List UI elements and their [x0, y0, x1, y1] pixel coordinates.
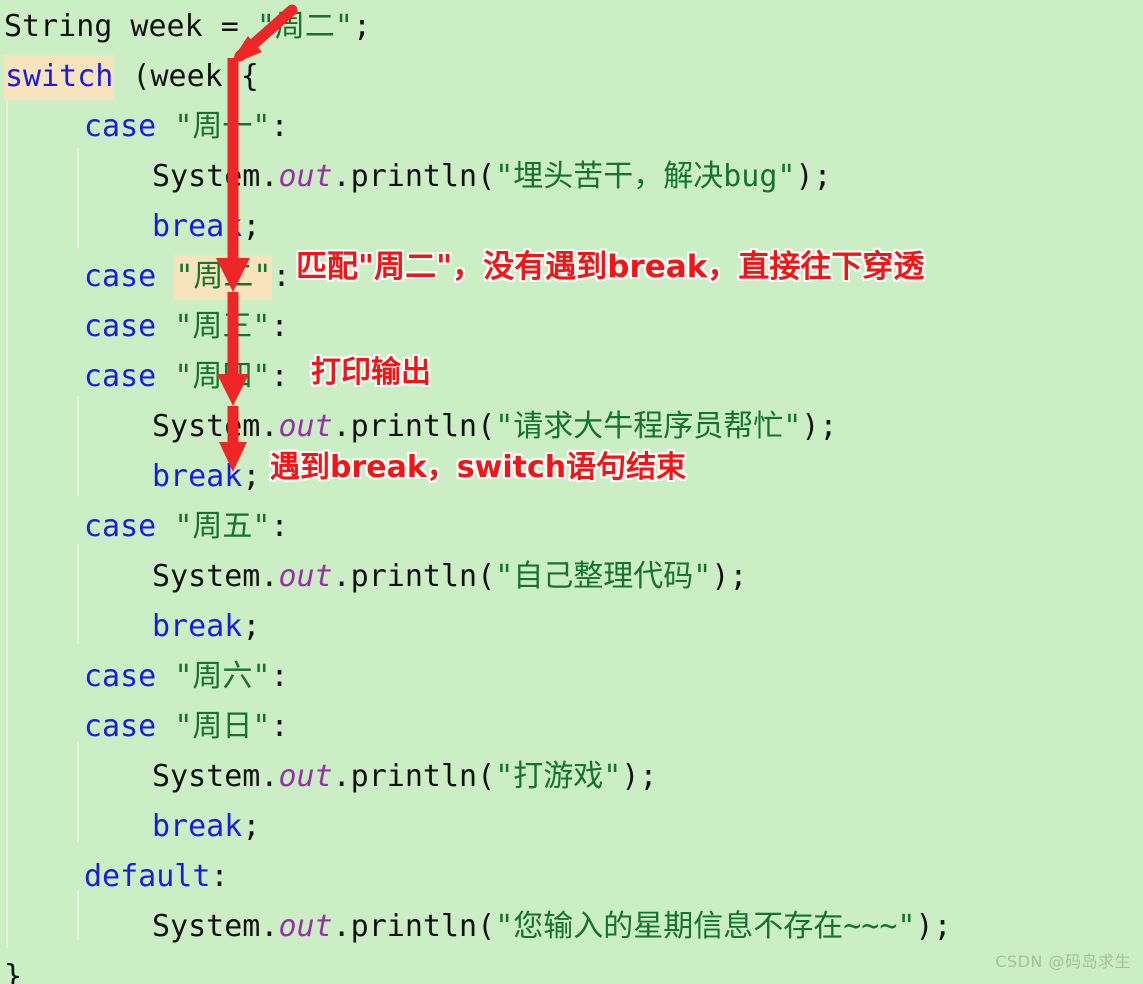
code-token: : — [270, 709, 289, 744]
code-token: break — [152, 609, 243, 644]
code-token: ; — [242, 609, 261, 644]
code-line: break; — [0, 802, 1143, 852]
code-line: default: — [0, 852, 1143, 902]
code-token: : — [270, 509, 289, 544]
code-token: System. — [152, 759, 279, 794]
code-token: default — [84, 859, 211, 894]
code-screenshot: String week = "周二"; switch (week){case "周… — [0, 0, 1143, 984]
code-token: out — [278, 909, 333, 944]
code-token: ); — [795, 159, 832, 194]
code-token: System. — [152, 409, 279, 444]
code-token: .println( — [332, 159, 496, 194]
code-line: } — [0, 952, 1143, 984]
code-token: out — [278, 159, 333, 194]
code-token: ); — [711, 559, 748, 594]
code-token: System. — [152, 159, 279, 194]
code-token-highlighted: "周二" — [174, 255, 273, 300]
code-token: : — [270, 109, 289, 144]
code-line: case "周五": — [0, 502, 1143, 552]
code-token: case — [84, 709, 175, 744]
code-token: out — [278, 759, 333, 794]
code-token: "周日" — [174, 709, 271, 744]
annotation-break-ends-switch: 遇到break，switch语句结束 — [270, 450, 687, 485]
code-token: .println( — [332, 409, 496, 444]
code-token: ); — [915, 909, 952, 944]
code-line: break; — [0, 202, 1143, 252]
code-token: case — [84, 109, 175, 144]
code-token: String week = — [4, 9, 257, 44]
code-token: "埋头苦干，解决bug" — [495, 159, 796, 194]
code-token: .println( — [332, 759, 496, 794]
code-token: .println( — [332, 909, 496, 944]
code-token: case — [84, 659, 175, 694]
code-line: System.out.println("您输入的星期信息不存在~~~"); — [0, 902, 1143, 952]
code-token: : — [270, 359, 289, 394]
code-line: case "周四": — [0, 352, 1143, 402]
csdn-watermark: CSDN @码岛求生 — [995, 952, 1131, 971]
code-token: ; — [242, 809, 261, 844]
code-token: .println( — [332, 559, 496, 594]
code-line: case "周三": — [0, 302, 1143, 352]
code-token: System. — [152, 909, 279, 944]
code-token: "周三" — [174, 309, 271, 344]
code-token: case — [84, 259, 175, 294]
code-token: break — [152, 209, 243, 244]
code-token: : — [210, 859, 229, 894]
code-token-highlighted: switch — [4, 55, 115, 100]
code-token: "您输入的星期信息不存在~~~" — [495, 909, 916, 944]
code-token: "周六" — [174, 659, 271, 694]
code-line: break; — [0, 602, 1143, 652]
code-token: out — [278, 559, 333, 594]
code-token: "请求大牛程序员帮忙" — [495, 409, 802, 444]
code-token: System. — [152, 559, 279, 594]
code-token: break — [152, 809, 243, 844]
code-token: (week){ — [114, 59, 259, 94]
code-block: String week = "周二"; switch (week){case "周… — [0, 0, 1143, 984]
code-token: ); — [801, 409, 838, 444]
code-token: case — [84, 309, 175, 344]
code-line: String week = "周二"; — [0, 2, 1143, 52]
code-token: : — [270, 659, 289, 694]
code-token: } — [4, 959, 23, 984]
code-token: case — [84, 359, 175, 394]
code-line: case "周六": — [0, 652, 1143, 702]
code-token: "打游戏" — [495, 759, 622, 794]
code-line: case "周一": — [0, 102, 1143, 152]
annotation-print-output: 打印输出 — [311, 355, 431, 390]
code-token: : — [270, 309, 289, 344]
code-line: System.out.println("自己整理代码"); — [0, 552, 1143, 602]
code-token: out — [278, 409, 333, 444]
code-token: "周二" — [256, 9, 353, 44]
code-line: System.out.println("请求大牛程序员帮忙"); — [0, 402, 1143, 452]
code-token: "周四" — [174, 359, 271, 394]
code-token: "周一" — [174, 109, 271, 144]
code-line: switch (week){ — [0, 52, 1143, 102]
code-token: ; — [353, 9, 372, 44]
code-token: : — [272, 259, 291, 294]
code-line: System.out.println("打游戏"); — [0, 752, 1143, 802]
code-token: break — [152, 459, 243, 494]
code-token: "自己整理代码" — [495, 559, 712, 594]
annotation-match-fallthrough: 匹配"周二"，没有遇到break，直接往下穿透 — [296, 249, 925, 285]
code-line: System.out.println("埋头苦干，解决bug"); — [0, 152, 1143, 202]
code-token: ; — [242, 209, 261, 244]
code-token: case — [84, 509, 175, 544]
code-token: ); — [621, 759, 658, 794]
code-line: case "周日": — [0, 702, 1143, 752]
code-token: ; — [242, 459, 261, 494]
code-token: "周五" — [174, 509, 271, 544]
